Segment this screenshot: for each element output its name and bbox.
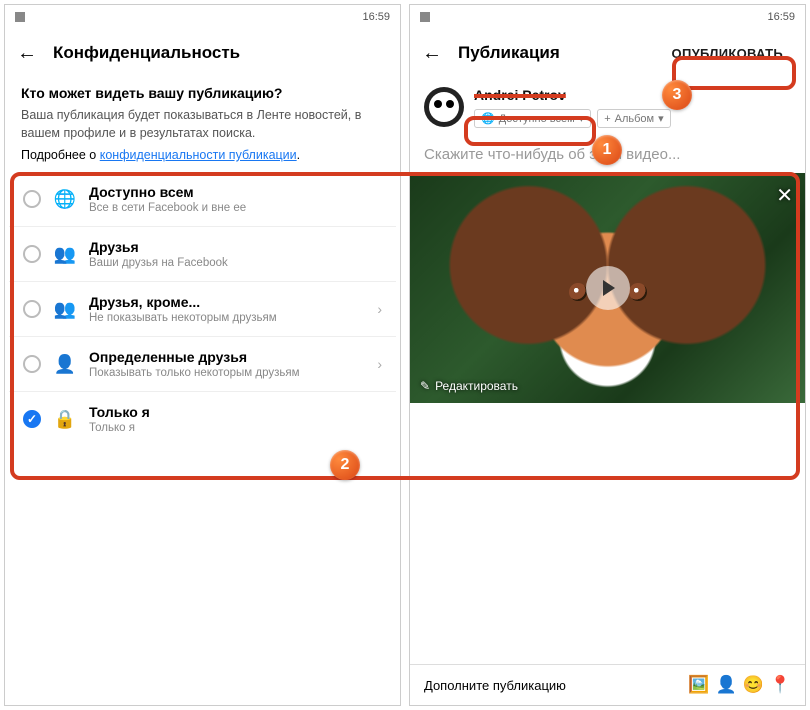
album-pill[interactable]: + Альбом ▾ — [597, 109, 670, 128]
friends-icon: 👥 — [53, 244, 77, 265]
privacy-options: 🌐 Доступно всем Все в сети Facebook и вн… — [9, 172, 396, 446]
privacy-more: Подробнее о конфиденциальности публикаци… — [5, 148, 400, 172]
phone-right-compose: 16:59 ← Публикация ОПУБЛИКОВАТЬ Andrei P… — [409, 4, 806, 706]
back-arrow-icon[interactable]: ← — [422, 42, 442, 65]
status-time: 16:59 — [767, 11, 795, 23]
video-attachment[interactable]: ✕ ✎ Редактировать — [410, 173, 805, 403]
option-subtitle: Показывать только некоторым друзьям — [89, 367, 365, 379]
radio-icon — [23, 355, 41, 373]
close-icon[interactable]: ✕ — [776, 183, 793, 208]
edit-button[interactable]: ✎ Редактировать — [420, 379, 518, 393]
footer-text: Дополните публикацию — [424, 678, 566, 693]
chevron-right-icon: › — [377, 301, 382, 317]
status-icon — [15, 12, 25, 22]
page-title: Публикация — [458, 43, 560, 63]
radio-checked-icon — [23, 410, 41, 428]
photo-icon[interactable]: 🖼️ — [688, 675, 709, 695]
tag-friend-icon[interactable]: 👤 — [715, 675, 736, 695]
user-name: Andrei Petrov — [474, 87, 791, 103]
option-friends[interactable]: 👥 Друзья Ваши друзья на Facebook — [9, 227, 396, 282]
status-bar: 16:59 — [410, 5, 805, 29]
option-subtitle: Ваши друзья на Facebook — [89, 257, 382, 269]
pencil-icon: ✎ — [420, 379, 430, 393]
radio-icon — [23, 190, 41, 208]
option-title: Только я — [89, 404, 382, 420]
option-specific-friends[interactable]: 👤 Определенные друзья Показывать только … — [9, 337, 396, 392]
footer-bar: Дополните публикацию 🖼️ 👤 😊 📍 — [410, 664, 805, 705]
radio-icon — [23, 245, 41, 263]
back-arrow-icon[interactable]: ← — [17, 42, 37, 65]
option-title: Друзья, кроме... — [89, 294, 365, 310]
status-icon — [420, 12, 430, 22]
option-title: Доступно всем — [89, 184, 382, 200]
option-friends-except[interactable]: 👥 Друзья, кроме... Не показывать некотор… — [9, 282, 396, 337]
phone-left-privacy: 16:59 ← Конфиденциальность Кто может вид… — [4, 4, 401, 706]
page-title: Конфиденциальность — [53, 43, 240, 63]
option-subtitle: Все в сети Facebook и вне ее — [89, 202, 382, 214]
play-icon[interactable] — [586, 266, 630, 310]
privacy-description: Ваша публикация будет показываться в Лен… — [5, 105, 400, 148]
option-subtitle: Не показывать некоторым друзьям — [89, 312, 365, 324]
option-title: Определенные друзья — [89, 349, 365, 365]
option-subtitle: Только я — [89, 422, 382, 434]
globe-icon: 🌐 — [481, 112, 495, 125]
option-title: Друзья — [89, 239, 382, 255]
audience-pill[interactable]: 🌐 Доступно всем ▾ — [474, 109, 591, 128]
status-bar: 16:59 — [5, 5, 400, 29]
privacy-more-link[interactable]: конфиденциальности публикации — [100, 148, 297, 162]
caret-down-icon: ▾ — [579, 112, 585, 125]
radio-icon — [23, 300, 41, 318]
status-time: 16:59 — [362, 11, 390, 23]
option-public[interactable]: 🌐 Доступно всем Все в сети Facebook и вн… — [9, 172, 396, 227]
caret-down-icon: ▾ — [658, 112, 664, 125]
privacy-question: Кто может видеть вашу публикацию? — [5, 77, 400, 105]
publish-button[interactable]: ОПУБЛИКОВАТЬ — [662, 40, 793, 67]
chevron-right-icon: › — [377, 356, 382, 372]
globe-icon: 🌐 — [53, 189, 77, 210]
option-only-me[interactable]: 🔒 Только я Только я — [9, 392, 396, 446]
location-icon[interactable]: 📍 — [770, 675, 791, 695]
composer-header: Andrei Petrov 🌐 Доступно всем ▾ + Альбом… — [410, 77, 805, 138]
app-bar: ← Конфиденциальность — [5, 29, 400, 77]
compose-prompt[interactable]: Скажите что-нибудь об этом видео... — [410, 138, 805, 173]
plus-icon: + — [604, 113, 610, 125]
app-bar: ← Публикация ОПУБЛИКОВАТЬ — [410, 29, 805, 77]
avatar[interactable] — [424, 87, 464, 127]
person-icon: 👤 — [53, 354, 77, 375]
emoji-icon[interactable]: 😊 — [743, 675, 764, 695]
friends-except-icon: 👥 — [53, 299, 77, 320]
lock-icon: 🔒 — [53, 409, 77, 430]
